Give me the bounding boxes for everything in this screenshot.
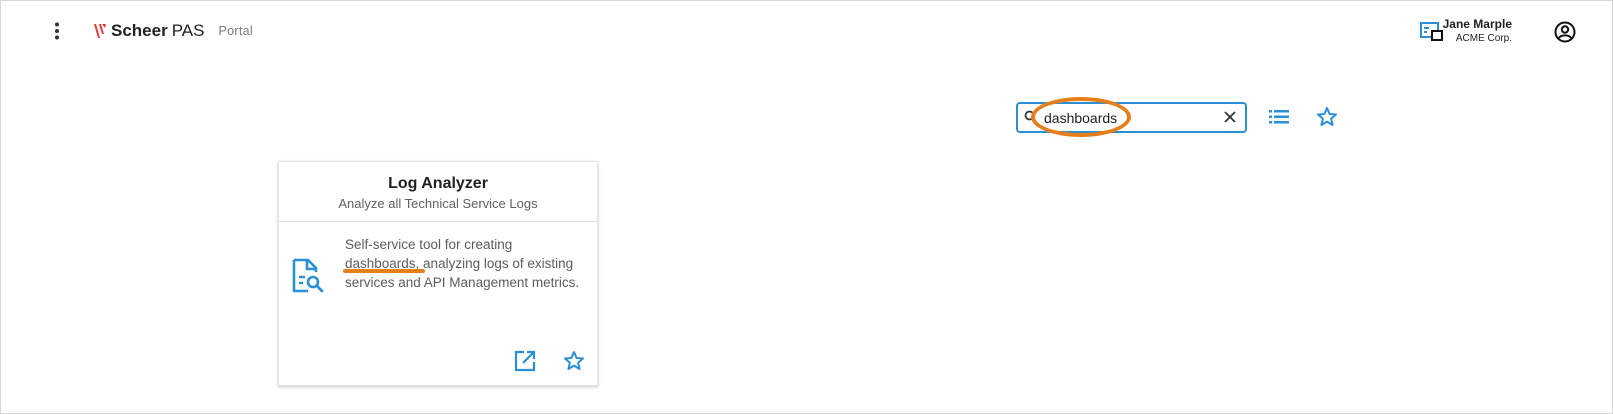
brand-name: Scheer [111, 21, 168, 40]
brand-logo[interactable]: Scheer PAS Portal [93, 21, 253, 41]
user-organization: ACME Corp. [1455, 33, 1512, 44]
list-icon[interactable] [1268, 107, 1290, 127]
user-name: Jane Marple [1442, 17, 1512, 31]
open-in-new-icon[interactable] [514, 350, 536, 372]
card-subtitle: Analyze all Technical Service Logs [338, 196, 538, 211]
search-field[interactable] [1016, 102, 1247, 133]
card-title: Log Analyzer [388, 175, 488, 192]
card-header: Log Analyzer Analyze all Technical Servi… [279, 162, 597, 222]
account-circle-icon[interactable] [1554, 21, 1576, 43]
card-description: Self-service tool for creating dashboard… [345, 237, 580, 290]
user-info[interactable]: Jane Marple ACME Corp. [1443, 17, 1512, 45]
more-vert-icon[interactable] [45, 19, 69, 43]
document-search-icon [291, 258, 325, 294]
app-card-log-analyzer[interactable]: Log Analyzer Analyze all Technical Servi… [278, 161, 598, 386]
scheer-logo-icon [93, 23, 107, 39]
search-input[interactable] [1044, 107, 1214, 129]
favorite-star-icon[interactable] [562, 349, 586, 373]
brand-product: PAS [171, 21, 205, 40]
close-icon[interactable] [1223, 110, 1237, 124]
portal-label: Portal [218, 24, 253, 38]
portal-window: Scheer PAS Portal Jane Marple ACME Corp. [0, 0, 1613, 414]
star-outline-icon[interactable] [1315, 105, 1339, 129]
search-icon [1024, 110, 1038, 124]
